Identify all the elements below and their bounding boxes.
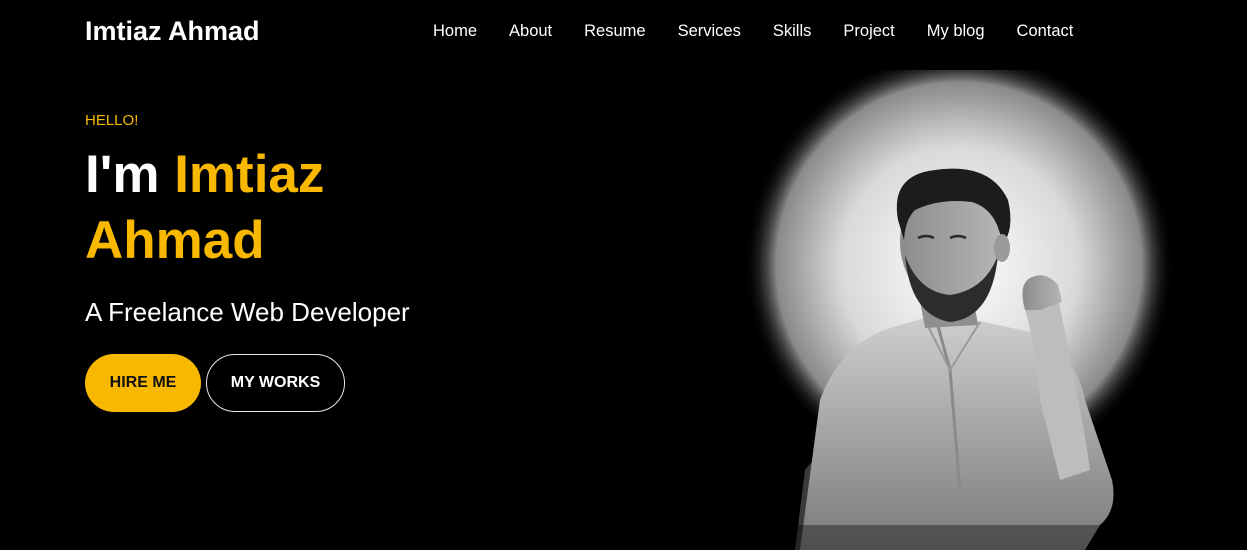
nav-resume[interactable]: Resume <box>584 22 645 41</box>
my-works-button[interactable]: MY WORKS <box>206 354 345 412</box>
nav-skills[interactable]: Skills <box>773 22 812 41</box>
portrait-image <box>740 70 1175 550</box>
nav-services[interactable]: Services <box>678 22 741 41</box>
site-logo[interactable]: Imtiaz Ahmad <box>85 16 260 47</box>
nav-about[interactable]: About <box>509 22 552 41</box>
hero-subtitle: A Freelance Web Developer <box>85 297 410 327</box>
main-nav: Home About Resume Services Skills Projec… <box>433 22 1073 41</box>
hero-name-first: Imtiaz <box>174 145 325 204</box>
hero-greeting: HELLO! <box>85 112 139 129</box>
hero-headline: I'm Imtiaz Ahmad <box>85 142 505 274</box>
hero-name-last: Ahmad <box>85 211 265 270</box>
hero-intro: I'm <box>85 145 160 204</box>
nav-project[interactable]: Project <box>843 22 894 41</box>
hero-portrait <box>740 70 1175 550</box>
nav-home[interactable]: Home <box>433 22 477 41</box>
hire-me-button[interactable]: HIRE ME <box>85 354 201 412</box>
nav-my-blog[interactable]: My blog <box>927 22 985 41</box>
nav-contact[interactable]: Contact <box>1017 22 1074 41</box>
